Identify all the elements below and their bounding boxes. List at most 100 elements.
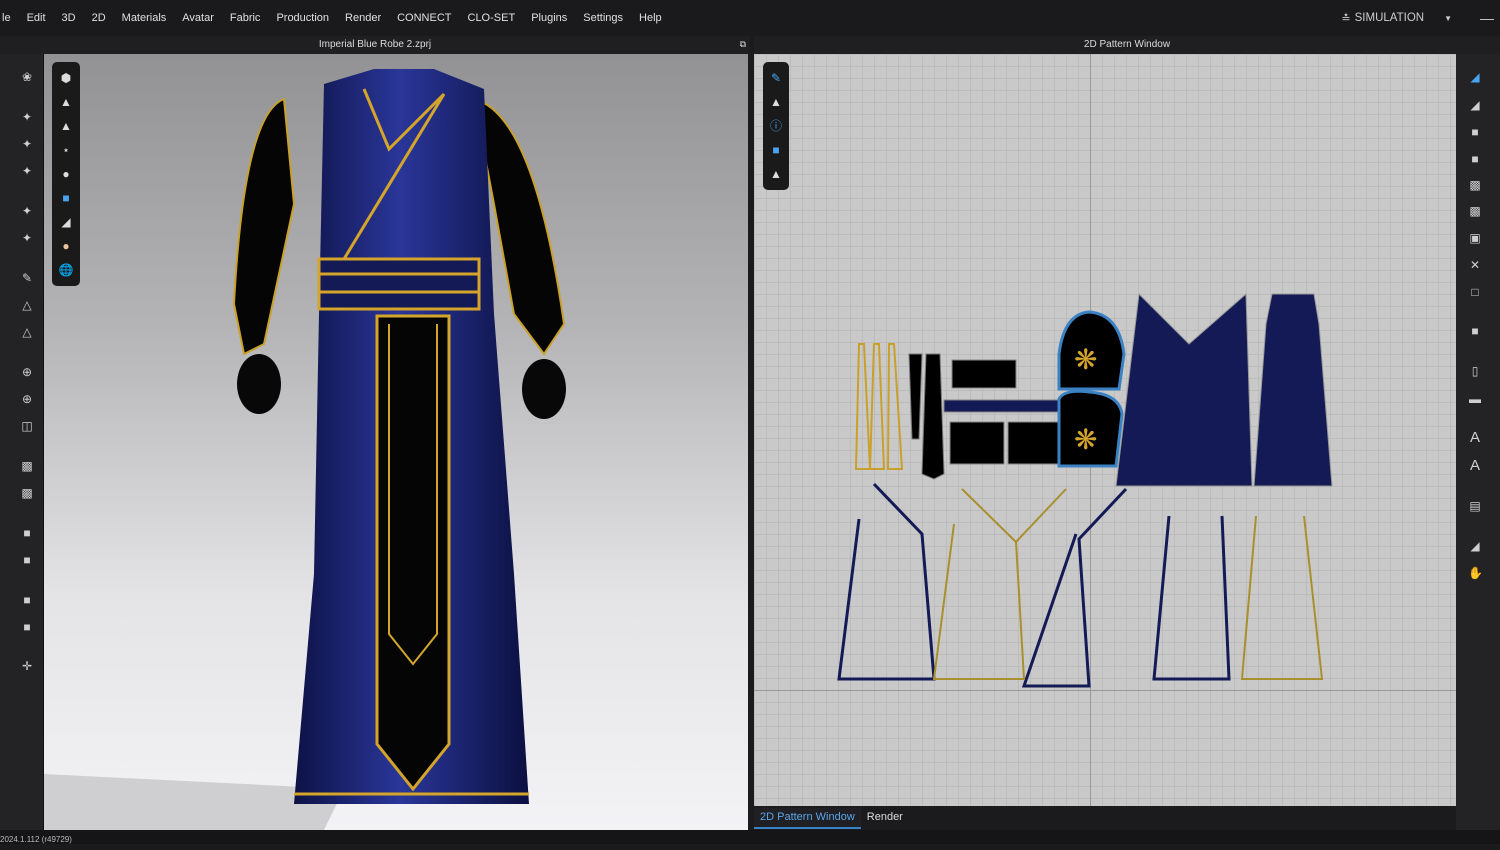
seam-icon[interactable]: □ <box>1468 285 1482 299</box>
viewport-floating-toolbar: ⬢ ▲ ▲ ⋆ ● ■ ◢ ● 🌐 <box>52 62 80 286</box>
edit-pattern-icon[interactable]: ◢ <box>1468 70 1482 84</box>
menu-connect[interactable]: CONNECT <box>389 12 459 24</box>
piece-belt <box>943 399 1063 413</box>
ruler-icon[interactable]: ▬ <box>1468 392 1482 406</box>
texture-icon[interactable]: ■ <box>58 190 74 206</box>
graphic-icon[interactable]: ■ <box>20 593 34 607</box>
sewing-icon[interactable]: ■ <box>1468 324 1482 338</box>
simulation-label: SIMULATION <box>1354 12 1425 24</box>
piece-front <box>1115 292 1253 487</box>
tack-icon[interactable]: ✦ <box>20 231 34 245</box>
menu-edit[interactable]: Edit <box>19 12 54 24</box>
transform-icon[interactable]: ✛ <box>20 659 34 673</box>
info-icon[interactable]: ⓘ <box>768 118 784 134</box>
viewport-3d-titlebar: Imperial Blue Robe 2.zprj ⧉ <box>0 36 750 54</box>
shirt-icon[interactable]: ▲ <box>58 118 74 134</box>
robe-belt <box>317 257 481 311</box>
piece-strip <box>921 353 945 480</box>
globe-icon[interactable]: 🌐 <box>58 262 74 278</box>
annotation-icon[interactable]: A <box>1468 458 1482 473</box>
buttonhole-icon[interactable]: ⊕ <box>20 392 34 406</box>
menu-production[interactable]: Production <box>268 12 337 24</box>
garment-3d-render <box>44 69 566 830</box>
status-bar: 2024.1.112 (r49729) <box>0 830 1500 844</box>
menu-render[interactable]: Render <box>337 12 389 24</box>
menu-file[interactable]: le <box>0 12 19 24</box>
avatar-skin-icon[interactable]: ● <box>58 238 74 254</box>
piece-cuff-l <box>949 421 1005 465</box>
internal-polygon-icon[interactable]: ▩ <box>1468 204 1482 218</box>
measure-icon[interactable]: ▩ <box>20 459 34 473</box>
menu-3d[interactable]: 3D <box>54 12 84 24</box>
graphic-2-icon[interactable]: ■ <box>20 620 34 634</box>
edit-point-icon[interactable]: ◢ <box>1468 98 1482 112</box>
menu-settings[interactable]: Settings <box>575 12 631 24</box>
trim-icon[interactable]: ■ <box>20 526 34 540</box>
menu-bar: le Edit 3D 2D Materials Avatar Fabric Pr… <box>0 0 1500 36</box>
left-toolbar: ❀ ✦ ✦ ✦ ✦ ✦ ✎ △ △ ⊕ ⊕ ◫ ▩ ▩ ■ ■ ■ ■ ✛ <box>0 54 44 830</box>
menu-plugins[interactable]: Plugins <box>523 12 575 24</box>
garment-icon[interactable]: △ <box>20 298 34 312</box>
front-panel <box>375 314 451 792</box>
piece-back <box>1253 293 1333 487</box>
pattern-window-titlebar: 2D Pattern Window <box>754 36 1500 54</box>
menu-2d[interactable]: 2D <box>84 12 114 24</box>
surface-icon[interactable]: ◢ <box>58 214 74 230</box>
garment-icon[interactable]: ▲ <box>768 166 784 182</box>
cube-icon[interactable]: ⬢ <box>58 70 74 86</box>
viewport-3d[interactable]: ⬢ ▲ ▲ ⋆ ● ■ ◢ ● 🌐 <box>44 54 748 830</box>
menu-materials[interactable]: Materials <box>114 12 175 24</box>
piece-collar <box>951 359 1017 389</box>
simulation-dropdown[interactable]: ≛ SIMULATION ▼ — <box>1341 0 1500 36</box>
fit-icon[interactable]: ✎ <box>20 271 34 285</box>
texture-icon[interactable]: ■ <box>768 142 784 158</box>
fold-icon[interactable]: ✦ <box>20 164 34 178</box>
project-title: Imperial Blue Robe 2.zprj <box>318 39 432 50</box>
avatar-icon[interactable]: ● <box>58 166 74 182</box>
button-icon[interactable]: ⊕ <box>20 365 34 379</box>
pattern-pieces: ❋❋ <box>837 292 1333 688</box>
shirt-icon[interactable]: ▲ <box>768 94 784 110</box>
trim-2-icon[interactable]: ■ <box>20 553 34 567</box>
pattern-line-icon[interactable]: ✎ <box>768 70 784 86</box>
tab-2d-pattern-window[interactable]: 2D Pattern Window <box>754 808 861 829</box>
tab-render[interactable]: Render <box>861 808 909 829</box>
hand-icon[interactable]: ✋ <box>1468 566 1483 580</box>
polygon-icon[interactable]: ■ <box>1468 152 1482 166</box>
trim-strips <box>854 343 904 470</box>
segment-sewing-icon[interactable]: ▯ <box>1468 364 1482 378</box>
avatar-pose-icon[interactable]: ❀ <box>20 70 34 84</box>
menu-help[interactable]: Help <box>631 12 670 24</box>
menu-clo-set[interactable]: CLO-SET <box>460 12 524 24</box>
garment-display-icon[interactable]: ▲ <box>58 94 74 110</box>
right-cuff <box>522 359 566 419</box>
menu-fabric[interactable]: Fabric <box>222 12 269 24</box>
move-mesh-icon[interactable]: ✦ <box>20 137 34 151</box>
cut-icon[interactable]: ✕ <box>1468 258 1482 272</box>
minimize-icon[interactable]: — <box>1480 10 1494 26</box>
dropdown-arrow-icon[interactable]: ▼ <box>1444 14 1452 23</box>
measure-2-icon[interactable]: ▩ <box>20 486 34 500</box>
double-chevron-down-icon: ≛ <box>1341 12 1351 25</box>
restore-window-icon[interactable]: ⧉ <box>740 36 746 53</box>
text-icon[interactable]: A <box>1468 430 1482 445</box>
pin-icon[interactable]: ✦ <box>20 204 34 218</box>
piece-tie <box>908 353 923 440</box>
dart-icon[interactable]: ▣ <box>1468 231 1482 245</box>
pattern-floating-toolbar: ✎ ▲ ⓘ ■ ▲ <box>763 62 789 190</box>
left-sleeve <box>232 97 296 356</box>
pattern-window[interactable]: ❋ ❋ ✎ ▲ ⓘ ■ ▲ <box>754 54 1456 806</box>
grading-icon[interactable]: ▤ <box>1468 499 1482 513</box>
zipper-icon[interactable]: ◫ <box>20 419 34 433</box>
menu-avatar[interactable]: Avatar <box>174 12 222 24</box>
pins-icon[interactable]: ⋆ <box>58 142 74 158</box>
pattern-window-title: 2D Pattern Window <box>1083 39 1171 50</box>
svg-text:❋: ❋ <box>1074 424 1097 455</box>
transform-pattern-icon[interactable]: ■ <box>1468 125 1482 139</box>
select-mesh-icon[interactable]: ✦ <box>20 110 34 124</box>
rectangle-icon[interactable]: ▩ <box>1468 178 1482 192</box>
fold-arrange-icon[interactable]: ◢ <box>1468 539 1482 553</box>
right-toolbar: ◢ ◢ ■ ■ ▩ ▩ ▣ ✕ □ ■ ▯ ▬ A A ▤ ◢ ✋ <box>1456 54 1500 830</box>
piece-cuff-r <box>1007 421 1059 465</box>
garment-fit-icon[interactable]: △ <box>20 325 34 339</box>
